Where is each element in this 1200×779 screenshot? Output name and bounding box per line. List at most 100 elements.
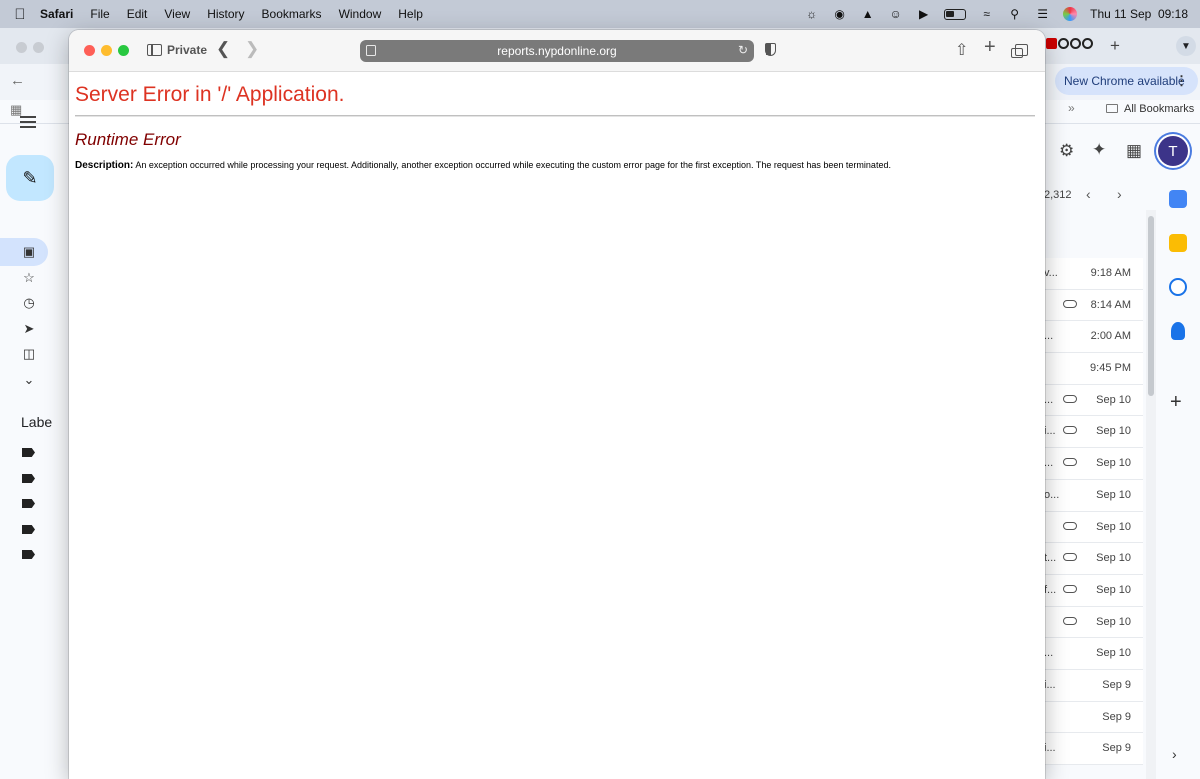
user-circle-icon[interactable]: ☺	[888, 7, 903, 22]
settings-gear-icon[interactable]: ⚙	[1059, 141, 1074, 161]
mail-row[interactable]: i... Sep 9	[1040, 733, 1143, 765]
new-chrome-available-button[interactable]: New Chrome available ⋮	[1055, 67, 1198, 95]
record-icon[interactable]: ◉	[832, 7, 847, 22]
menu-help[interactable]: Help	[398, 7, 423, 21]
label-tag-icon[interactable]	[22, 499, 35, 508]
menu-app-name[interactable]: Safari	[40, 7, 73, 21]
privacy-shield-icon[interactable]	[765, 43, 776, 56]
menu-history[interactable]: History	[207, 7, 244, 21]
menu-clock[interactable]: Thu 11 Sep 09:18	[1090, 7, 1188, 21]
sidebar-toggle-icon[interactable]	[147, 44, 162, 56]
scrollbar-thumb[interactable]	[1148, 216, 1154, 396]
play-circle-icon[interactable]: ▶	[916, 7, 931, 22]
wifi-icon[interactable]: ≈	[979, 7, 994, 22]
tab-favicon-icon	[1046, 38, 1057, 49]
bookmarks-overflow-icon[interactable]: »	[1068, 101, 1075, 115]
mail-row[interactable]: v... 9:18 AM	[1040, 258, 1143, 290]
new-tab-plus-icon[interactable]: +	[984, 36, 996, 59]
label-tag-icon[interactable]	[22, 448, 35, 457]
error-subtitle: Runtime Error	[75, 130, 181, 149]
share-icon[interactable]: ⇧	[955, 40, 968, 60]
error-page: Server Error in '/' Application. Runtime…	[69, 72, 1045, 779]
mail-row[interactable]: ... Sep 10	[1040, 448, 1143, 480]
mail-scrollbar[interactable]	[1146, 210, 1156, 779]
battery-icon[interactable]	[944, 8, 967, 20]
menu-edit[interactable]: Edit	[127, 7, 148, 21]
page-menu-icon[interactable]	[366, 45, 376, 56]
mail-row[interactable]: Sep 9	[1040, 701, 1143, 734]
label-tag-icon[interactable]	[22, 550, 35, 559]
labels-heading: Labe	[21, 414, 53, 430]
pinned-tab-icons[interactable]	[1046, 38, 1093, 49]
tab-search-chevron-icon[interactable]: ▼	[1176, 36, 1196, 56]
address-bar[interactable]: reports.nypdonline.org ↻	[360, 40, 754, 62]
contacts-app-icon[interactable]	[1171, 322, 1185, 340]
menu-bookmarks[interactable]: Bookmarks	[262, 7, 322, 21]
mail-row[interactable]: i... Sep 9	[1040, 669, 1143, 702]
zoom-window-button[interactable]	[118, 45, 129, 56]
mail-row[interactable]: Sep 10	[1040, 511, 1143, 544]
account-avatar[interactable]: T	[1158, 136, 1188, 166]
chrome-close-dot[interactable]	[16, 42, 27, 53]
keep-app-icon[interactable]	[1169, 234, 1187, 252]
mail-row[interactable]: o... Sep 10	[1040, 479, 1143, 512]
safari-window: Private ❮ ❯ reports.nypdonline.org ↻ ⇧ +…	[69, 30, 1045, 779]
macos-menu-bar:  Safari File Edit View History Bookmark…	[0, 0, 1200, 28]
tab-overview-icon[interactable]	[1011, 44, 1028, 58]
minimize-window-button[interactable]	[101, 45, 112, 56]
siri-icon[interactable]	[1063, 7, 1078, 21]
mail-snippet: o...	[1044, 488, 1060, 501]
menu-file[interactable]: File	[90, 7, 109, 21]
mail-row[interactable]: t... Sep 10	[1040, 543, 1143, 575]
chrome-back-icon[interactable]: ←	[10, 72, 25, 89]
show-side-panel-chevron-icon[interactable]: ›	[1172, 746, 1177, 762]
get-addons-plus-icon[interactable]: +	[1170, 391, 1182, 414]
label-tag-icon[interactable]	[22, 474, 35, 483]
older-chevron-icon[interactable]: ›	[1117, 186, 1122, 202]
inbox-icon[interactable]: ▣	[21, 244, 37, 260]
link-status-icon[interactable]: ☼	[804, 7, 819, 22]
reload-icon[interactable]: ↻	[738, 43, 748, 57]
menu-window[interactable]: Window	[339, 7, 382, 21]
newer-chevron-icon[interactable]: ‹	[1086, 186, 1091, 202]
mail-row[interactable]: ... Sep 10	[1040, 638, 1143, 670]
mail-row[interactable]: Sep 10	[1040, 606, 1143, 639]
new-tab-plus-icon[interactable]: +	[1110, 36, 1120, 56]
mail-row[interactable]: 9:45 PM	[1040, 353, 1143, 385]
gemini-sparkle-icon[interactable]: ✦	[1092, 140, 1106, 160]
chrome-menu-icon[interactable]: ⋮	[1175, 73, 1188, 89]
url-text[interactable]: reports.nypdonline.org	[497, 44, 616, 58]
mail-row[interactable]: ... Sep 10	[1040, 384, 1143, 417]
apple-menu-icon[interactable]: 	[0, 6, 40, 23]
mail-time: Sep 10	[1096, 583, 1131, 596]
google-apps-icon[interactable]: ▦	[1126, 141, 1142, 161]
menu-view[interactable]: View	[164, 7, 190, 21]
mail-row[interactable]: 8:14 AM	[1040, 289, 1143, 322]
snoozed-clock-icon[interactable]: ◷	[21, 295, 37, 311]
mail-time: 2:00 AM	[1090, 330, 1131, 343]
starred-icon[interactable]: ☆	[21, 270, 37, 286]
mail-row[interactable]: f... Sep 10	[1040, 574, 1143, 607]
tasks-app-icon[interactable]	[1169, 278, 1187, 296]
main-menu-icon[interactable]	[20, 116, 36, 131]
drafts-icon[interactable]: ◫	[21, 346, 37, 362]
all-bookmarks-link[interactable]: All Bookmarks	[1124, 103, 1194, 115]
menu-extras: ☼ ◉ ▲ ☺ ▶ ≈ ⚲ ☰ Thu 11 Sep 09:18	[804, 0, 1188, 28]
compose-button[interactable]: ✎	[6, 155, 54, 201]
flame-icon[interactable]: ▲	[860, 7, 875, 22]
control-center-icon[interactable]: ☰	[1035, 7, 1050, 22]
back-chevron-icon[interactable]: ❮	[216, 39, 230, 59]
sent-icon[interactable]: ➤	[21, 321, 37, 337]
forward-chevron-icon[interactable]: ❯	[245, 39, 259, 59]
mail-snippet: v...	[1044, 267, 1058, 279]
calendar-app-icon[interactable]	[1169, 190, 1187, 208]
tab-favicon-icon	[1082, 38, 1093, 49]
close-window-button[interactable]	[84, 45, 95, 56]
attachment-paperclip-icon	[1063, 553, 1077, 562]
label-tag-icon[interactable]	[22, 525, 35, 534]
more-chevron-icon[interactable]: ⌄	[21, 372, 37, 388]
mail-row[interactable]: i... Sep 10	[1040, 416, 1143, 449]
chrome-minimize-dot[interactable]	[33, 42, 44, 53]
mail-row[interactable]: ... 2:00 AM	[1040, 321, 1143, 354]
spotlight-search-icon[interactable]: ⚲	[1007, 7, 1022, 22]
